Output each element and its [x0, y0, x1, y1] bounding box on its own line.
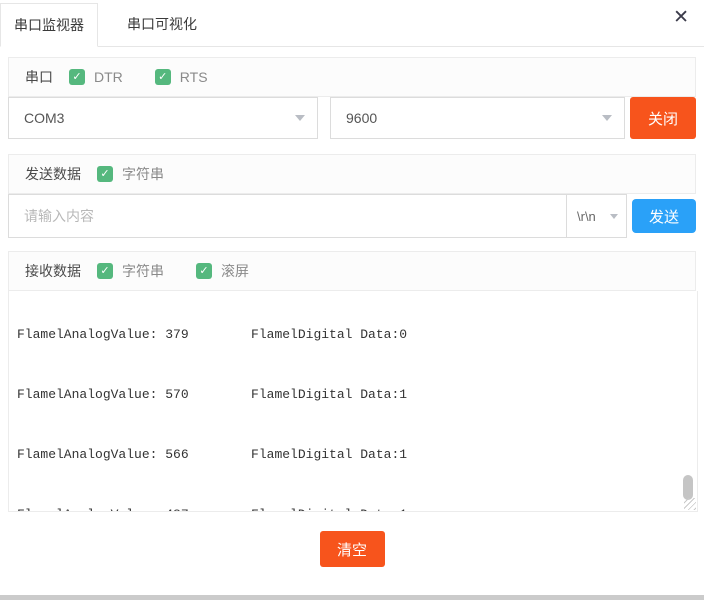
- tab-bar: 串口监视器 串口可视化 ✕: [0, 0, 704, 47]
- tab-serial-visualization-label: 串口可视化: [127, 14, 197, 34]
- serial-panel-header: 串口 ✓ DTR ✓ RTS: [8, 57, 696, 97]
- send-string-label: 字符串: [122, 164, 164, 184]
- clear-button-row: 清空: [0, 531, 704, 567]
- dtr-checkbox-group: ✓ DTR: [69, 69, 123, 85]
- autoscroll-checkbox-group: ✓ 滚屏: [196, 261, 249, 281]
- receive-log: FlamelAnalogValue: 379 FlamelDigital Dat…: [9, 291, 697, 512]
- rts-label: RTS: [180, 69, 208, 85]
- tab-serial-monitor-label: 串口监视器: [14, 15, 84, 35]
- receive-panel-header: 接收数据 ✓ 字符串 ✓ 滚屏: [8, 251, 696, 291]
- autoscroll-label: 滚屏: [221, 261, 249, 281]
- rts-checkbox-group: ✓ RTS: [155, 69, 208, 85]
- dtr-label: DTR: [94, 69, 123, 85]
- send-string-checkbox[interactable]: ✓: [97, 166, 113, 182]
- rts-checkbox[interactable]: ✓: [155, 69, 171, 85]
- chevron-down-icon: [295, 115, 305, 121]
- line-ending-select[interactable]: \r\n: [566, 194, 627, 238]
- receive-panel-title: 接收数据: [25, 261, 81, 281]
- serial-data-line: FlamelAnalogValue: 566 FlamelDigital Dat…: [17, 445, 697, 465]
- baud-select[interactable]: 9600: [330, 97, 625, 139]
- line-ending-value: \r\n: [577, 209, 605, 224]
- tab-serial-visualization[interactable]: 串口可视化: [114, 2, 210, 46]
- send-string-checkbox-group: ✓ 字符串: [97, 164, 164, 184]
- serial-data-line: FlamelAnalogValue: 379 FlamelDigital Dat…: [17, 325, 697, 345]
- send-button[interactable]: 发送: [632, 199, 696, 233]
- send-row: \r\n 发送: [8, 194, 696, 238]
- chevron-down-icon: [610, 214, 618, 219]
- checkmark-icon: ✓: [100, 265, 109, 277]
- serial-data-line: FlamelAnalogValue: 487 FlamelDigital Dat…: [17, 505, 697, 512]
- receive-string-checkbox-group: ✓ 字符串: [97, 261, 164, 281]
- checkmark-icon: ✓: [199, 265, 208, 277]
- port-select-value: COM3: [24, 110, 287, 126]
- send-panel-title: 发送数据: [25, 164, 81, 184]
- receive-string-label: 字符串: [122, 261, 164, 281]
- checkmark-icon: ✓: [72, 71, 81, 83]
- serial-config-row: COM3 9600 关闭: [8, 97, 696, 139]
- clear-button[interactable]: 清空: [320, 531, 385, 567]
- receive-string-checkbox[interactable]: ✓: [97, 263, 113, 279]
- scrollbar-thumb[interactable]: [683, 475, 693, 500]
- close-port-button[interactable]: 关闭: [630, 97, 696, 139]
- baud-select-value: 9600: [346, 110, 594, 126]
- checkmark-icon: ✓: [100, 168, 109, 180]
- window-bottom-edge: [0, 595, 704, 600]
- chevron-down-icon: [602, 115, 612, 121]
- resize-grip-icon[interactable]: [684, 498, 696, 510]
- serial-panel-title: 串口: [25, 67, 53, 87]
- receive-textarea[interactable]: FlamelAnalogValue: 379 FlamelDigital Dat…: [8, 291, 698, 512]
- close-icon[interactable]: ✕: [673, 8, 689, 27]
- port-select[interactable]: COM3: [8, 97, 318, 139]
- dtr-checkbox[interactable]: ✓: [69, 69, 85, 85]
- serial-data-line: FlamelAnalogValue: 570 FlamelDigital Dat…: [17, 385, 697, 405]
- checkmark-icon: ✓: [158, 71, 167, 83]
- autoscroll-checkbox[interactable]: ✓: [196, 263, 212, 279]
- send-input[interactable]: [8, 194, 566, 238]
- tab-serial-monitor[interactable]: 串口监视器: [0, 3, 98, 47]
- send-panel-header: 发送数据 ✓ 字符串: [8, 154, 696, 194]
